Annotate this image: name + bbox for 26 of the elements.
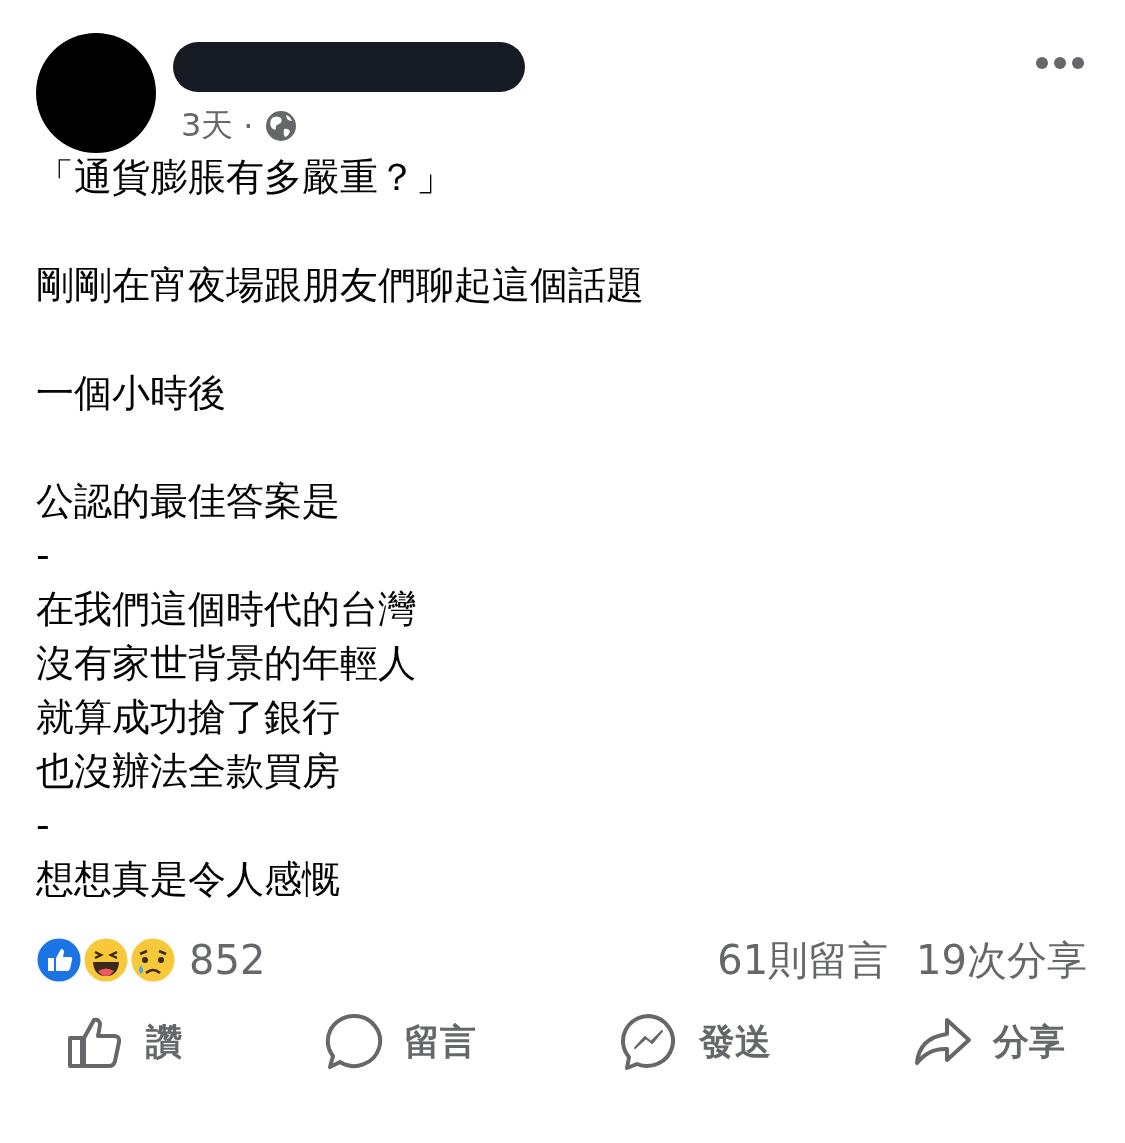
reaction-count[interactable]: 852 [189,937,266,983]
post-text-line: 也沒辦法全款買房 [36,748,340,795]
globe-icon [263,109,298,143]
crying-face-icon [128,935,178,985]
post-text-line: 在我們這個時代的台灣 [36,586,416,633]
laughing-face-icon [81,935,131,985]
post-text-line: 一個小時後 [36,370,226,417]
post-text-line: 剛剛在宵夜場跟朋友們聊起這個話題 [36,262,644,309]
post-text-line: 沒有家世背景的年輕人 [36,640,416,687]
post-text-line: 想想真是令人感慨 [36,856,340,903]
share-button[interactable]: 分享 [913,1012,1065,1072]
speech-bubble-icon [324,1012,385,1072]
comment-button[interactable]: 留言 [324,1012,477,1072]
share-count[interactable]: 19次分享 [916,932,1087,988]
post-text-line: - [36,802,50,849]
like-button[interactable]: 讚 [66,1012,182,1072]
post-text-line: - [36,532,50,579]
post-time[interactable]: 3天 [181,104,234,148]
send-button[interactable]: 發送 [618,1012,771,1072]
post-text-line: 就算成功搶了銀行 [36,694,340,741]
separator-dot: · [243,107,254,145]
comment-count[interactable]: 61則留言 [717,932,889,988]
post-text-line: 公認的最佳答案是 [36,478,340,525]
more-options-icon[interactable] [1035,56,1085,70]
post-text-line: 「通貨膨脹有多嚴重？」 [36,154,454,201]
like-reaction-icon [34,935,84,985]
